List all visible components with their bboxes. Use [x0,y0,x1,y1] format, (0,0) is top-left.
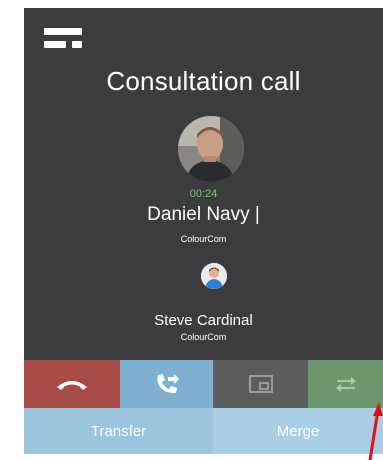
menu-icon[interactable] [44,28,84,58]
hangup-button[interactable] [24,360,120,408]
screen-share-button[interactable] [213,360,308,408]
secondary-contact-company: ColourCom [180,332,227,342]
transfer-action-button[interactable] [120,360,213,408]
merge-button[interactable]: Merge [213,408,383,454]
swap-arrows-icon [335,377,356,392]
call-panel: Consultation call 00:24 Daniel Navy | Co… [24,8,383,454]
softphone-screen: Consultation call 00:24 Daniel Navy | Co… [0,0,383,460]
primary-contact-name: Daniel Navy | [147,204,260,225]
phone-transfer-icon [156,374,179,394]
contact-avatar [178,116,244,182]
transfer-button[interactable]: Transfer [24,408,213,454]
call-action-bar [24,360,383,408]
secondary-contact-avatar [201,263,227,289]
primary-contact-company: ColourCom [180,234,227,244]
swap-calls-button[interactable] [308,360,383,408]
phone-hangup-icon [57,381,87,390]
screen-share-icon [248,375,273,393]
secondary-contact-name: Steve Cardinal [154,312,253,329]
call-title: Consultation call [106,66,301,96]
call-button-bar: Transfer Merge [24,408,383,454]
call-timer: 00:24 [189,188,218,200]
